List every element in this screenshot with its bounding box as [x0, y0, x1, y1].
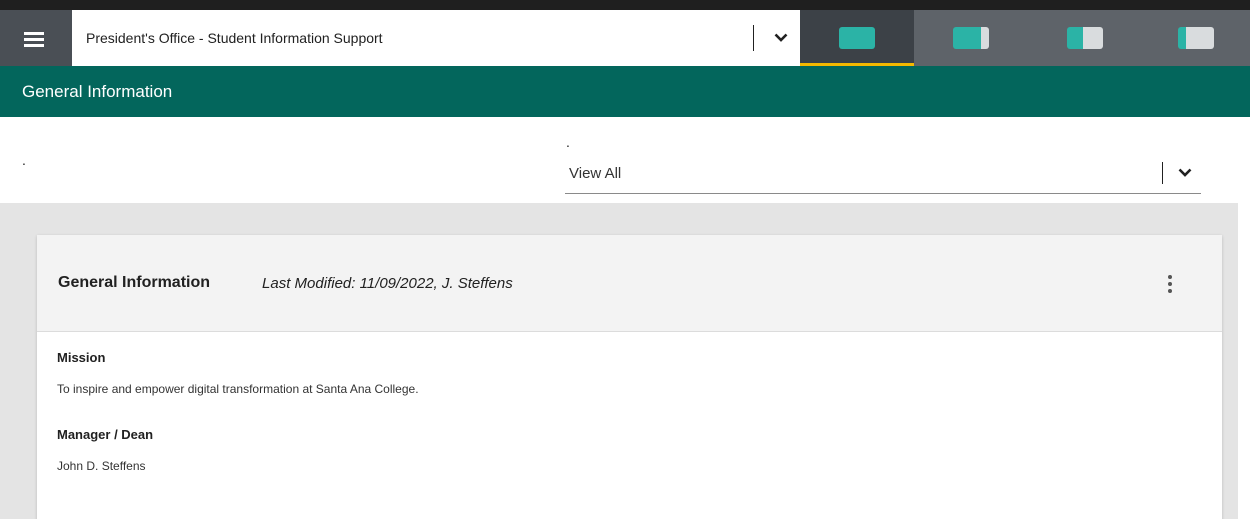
field-mission: Mission To inspire and empower digital t…: [57, 350, 1222, 396]
view-select[interactable]: View All: [565, 153, 1201, 194]
card-header: General Information Last Modified: 11/09…: [37, 235, 1222, 332]
layout-tabs: [800, 10, 1250, 66]
field-manager: Manager / Dean John D. Steffens: [57, 427, 1222, 473]
menu-icon[interactable]: [10, 20, 62, 56]
more-options-icon[interactable]: [1164, 272, 1176, 296]
view-select-value: View All: [569, 164, 622, 182]
field-value: John D. Steffens: [57, 459, 146, 473]
layout-wide-icon: [953, 27, 989, 49]
filter-left-label: .: [22, 152, 26, 168]
layout-tab-wide[interactable]: [914, 10, 1028, 66]
field-value: To inspire and empower digital transform…: [57, 382, 419, 396]
window-top-edge: [0, 0, 1250, 10]
layout-full-icon: [839, 27, 875, 49]
layout-tab-split[interactable]: [1028, 10, 1142, 66]
right-gutter: [1238, 203, 1250, 519]
view-select-label: .: [566, 134, 570, 150]
card-body: Mission To inspire and empower digital t…: [37, 332, 1222, 473]
unit-select-divider: [753, 25, 754, 51]
unit-select[interactable]: President's Office - Student Information…: [72, 10, 800, 66]
chevron-down-icon[interactable]: [762, 10, 800, 66]
top-bar: President's Office - Student Information…: [0, 10, 1250, 66]
layout-tab-full[interactable]: [800, 10, 914, 66]
view-select-divider: [1162, 162, 1163, 184]
chevron-down-icon[interactable]: [1169, 153, 1201, 193]
last-modified: Last Modified: 11/09/2022, J. Steffens: [262, 274, 513, 292]
general-information-card: General Information Last Modified: 11/09…: [37, 235, 1222, 519]
field-label: Manager / Dean: [57, 427, 154, 442]
layout-tab-narrow[interactable]: [1142, 10, 1250, 66]
page-title-bar: General Information: [0, 66, 1250, 117]
unit-select-value: President's Office - Student Information…: [86, 30, 383, 46]
field-label: Mission: [57, 350, 106, 365]
page-title: General Information: [22, 81, 173, 101]
layout-split-icon: [1067, 27, 1103, 49]
card-title: General Information: [58, 274, 211, 291]
layout-narrow-icon: [1178, 27, 1214, 49]
